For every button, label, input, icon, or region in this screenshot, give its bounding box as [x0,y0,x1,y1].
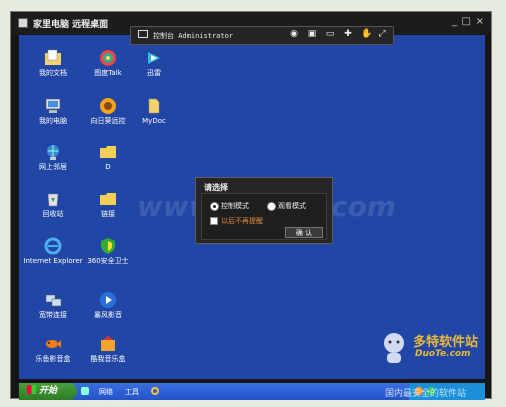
mode-select-dialog: 请选择 控制模式 观看模式 以后不再提醒 确 认 [195,177,333,244]
brand-url: DuoTe.com [415,349,471,359]
screen-icon [138,30,148,38]
ie-icon [44,237,62,255]
doc-icon [148,98,160,114]
brand-mascot-icon [384,333,404,363]
icon-label: 酷我音乐盒 [90,355,126,363]
dialog-body: 控制模式 观看模式 以后不再提醒 确 认 [201,193,327,240]
app-icon [18,18,28,28]
radio-control-mode[interactable] [210,202,219,211]
broadband-icon [45,294,62,307]
dialog-title: 请选择 [204,183,228,192]
close-button[interactable]: × [476,17,484,27]
icon-label: 回收站 [42,210,64,218]
windows-flag-icon [27,385,36,394]
maximize-button[interactable]: □ [462,17,471,27]
folder-icon [100,146,116,158]
screen-mode-icon[interactable]: ▣ [307,30,317,39]
fullscreen-icon[interactable]: ⤢ [377,30,387,39]
desktop-icon-360[interactable]: 360安全卫士 [78,237,138,265]
fish-icon [46,340,61,348]
icon-label: 乐鱼影音盒 [35,355,71,363]
thunder-icon [148,52,160,64]
music-icon [101,336,115,351]
desktop-icon-broadband[interactable]: 宽带连接 [23,291,83,319]
minimize-button[interactable]: _ [452,17,457,27]
desktop-icon-thunder[interactable]: 迅雷 [124,49,184,77]
brand-name: 多特软件站 [413,335,479,350]
label-view-mode[interactable]: 观看模式 [278,201,306,211]
icon-label: 网上邻居 [39,163,67,171]
talk-icon [100,50,116,66]
desktop-icon-network-places[interactable]: 网上邻居 [23,143,83,171]
icon-label: 我的文档 [39,69,67,77]
icon-label: Internet Explorer [23,257,83,265]
icon-label: 360安全卫士 [87,257,129,265]
folder-icon [100,193,116,205]
desktop-icon-recycle-bin[interactable]: 回收站 [23,190,83,218]
computer-icon [45,98,61,113]
sunflower-icon [100,98,116,114]
remote-control-toolbar[interactable]: 控制台 Administrator ◉ ▣ ▭ ✚ ✋ ⤢ [130,26,394,45]
desktop-icon-kuwo[interactable]: 酷我音乐盒 [78,335,138,363]
taskbar-item-network[interactable]: 网络 [99,387,113,397]
taskbar: 开始 网络 工具 国内最安全的软件站 [19,383,485,400]
dont-remind-label[interactable]: 以后不再提醒 [221,216,263,226]
start-button[interactable]: 开始 [19,383,77,400]
taskbar-ie-icon[interactable] [151,387,159,395]
icon-label: MyDoc [142,117,166,125]
toolbar-session-label: 控制台 Administrator [153,32,234,40]
dont-remind-checkbox[interactable] [210,217,218,225]
desktop-icon-my-documents[interactable]: 我的文档 [23,49,83,77]
icon-label: 迅雷 [147,69,161,77]
shield-icon [101,238,115,254]
window-title: 家里电脑 远程桌面 [33,20,109,30]
desktop-icon-internet-explorer[interactable]: Internet Explorer [23,237,83,265]
media-player-icon [100,292,116,308]
brand-watermark: 多特软件站 DuoTe.com [379,327,485,377]
icon-label: 宽带连接 [39,311,67,319]
icon-label: 我的电脑 [39,117,67,125]
eye-icon[interactable]: ◉ [289,30,299,39]
confirm-button[interactable]: 确 认 [285,227,323,238]
hand-icon[interactable]: ✋ [361,30,372,39]
icon-label: 链接 [101,210,115,218]
quick-launch-icon[interactable] [81,387,89,395]
taskbar-item-tools[interactable]: 工具 [125,387,139,397]
start-label: 开始 [39,386,58,396]
radio-view-mode[interactable] [267,202,276,211]
icon-label: 图度Talk [94,69,122,77]
icon-label: 暴风影音 [94,311,122,319]
icon-label: D [105,163,111,171]
recycle-bin-icon [47,193,59,207]
label-control-mode[interactable]: 控制模式 [221,201,249,211]
icon-label: 向日葵远控 [90,117,126,125]
folder-docs-icon [45,49,61,65]
desktop-icon-my-computer[interactable]: 我的电脑 [23,97,83,125]
window-icon[interactable]: ▭ [325,30,335,39]
desktop-icon-folder-d[interactable]: D [78,143,138,171]
network-icon [47,145,59,160]
desktop-icon-links[interactable]: 链接 [78,190,138,218]
footer-watermark: 国内最安全的软件站 [385,389,467,399]
desktop-icon-baofeng[interactable]: 暴风影音 [78,291,138,319]
desktop-icon-leyu[interactable]: 乐鱼影音盒 [23,335,83,363]
add-icon[interactable]: ✚ [343,30,353,39]
desktop-icon-mydoc[interactable]: MyDoc [124,97,184,125]
